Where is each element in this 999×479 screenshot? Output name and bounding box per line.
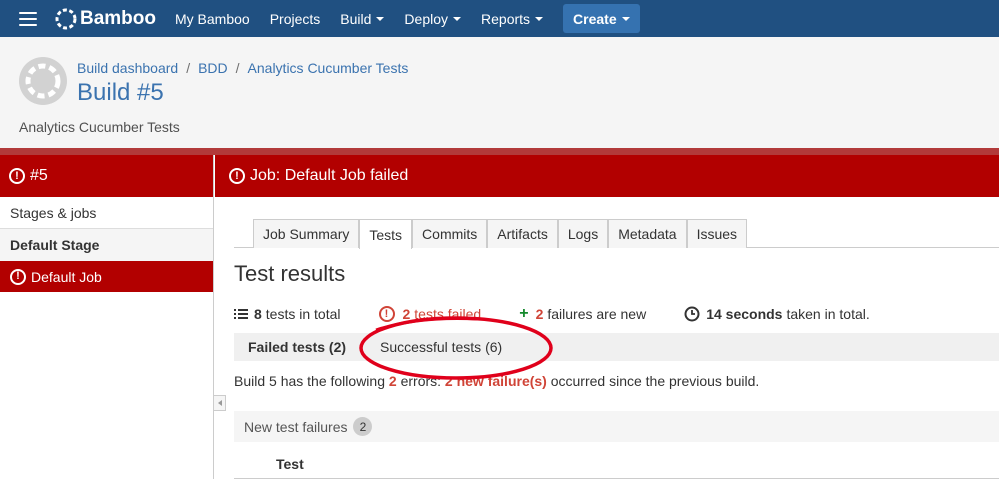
tab-label: Artifacts (497, 226, 548, 242)
errors-word: errors: (400, 373, 442, 389)
nav-projects[interactable]: Projects (270, 11, 321, 27)
nav-my-bamboo-label: My Bamboo (175, 10, 250, 27)
stat-duration-value: 14 seconds (706, 306, 783, 322)
nav-build-label: Build (340, 10, 372, 27)
subtab-label: Successful tests (6) (380, 339, 503, 355)
breadcrumb: Build dashboard / BDD / Analytics Cucumber T… (77, 60, 408, 76)
chevron-down-icon (535, 16, 544, 21)
chevron-left-icon (217, 400, 222, 406)
tab-logs[interactable]: Logs (557, 219, 609, 248)
sidebar-collapse-handle[interactable] (214, 395, 226, 411)
job-status-header: ! Job: Default Job failed (215, 155, 999, 197)
job-tabs: Job Summary Tests Commits Artifacts Logs… (234, 219, 999, 249)
tab-label: Job Summary (263, 226, 350, 242)
stat-total-count: 8 (254, 306, 262, 322)
subtab-label: Failed tests (2) (248, 339, 347, 355)
tab-job-summary[interactable]: Job Summary (253, 219, 360, 248)
sidebar-job-label: Default Job (31, 268, 102, 285)
new-failures-link[interactable]: 2 new failure(s) (445, 373, 547, 389)
tab-metadata[interactable]: Metadata (608, 219, 687, 248)
sidebar-stage-label: Default Stage (10, 237, 100, 253)
breadcrumb-plan[interactable]: Analytics Cucumber Tests (248, 60, 409, 76)
nav-deploy[interactable]: Deploy (404, 10, 462, 27)
stat-failed-count: 2 (402, 306, 411, 322)
failed-status-icon: ! (9, 168, 25, 184)
errors-summary: Build 5 has the following 2 errors: 2 ne… (234, 373, 759, 389)
job-status-text: Job: Default Job failed (250, 167, 409, 184)
create-button[interactable]: Create (563, 4, 640, 33)
stat-failed: ! 2 tests failed (378, 306, 482, 322)
chevron-down-icon (376, 16, 385, 21)
page-header: Build dashboard / BDD / Analytics Cucumber T… (0, 37, 999, 148)
stat-failed-text: tests failed (414, 306, 482, 322)
hamburger-menu-icon[interactable] (19, 11, 37, 26)
table-header-test: Test (234, 449, 999, 479)
stat-new-count: 2 (535, 306, 544, 322)
errors-prefix: Build 5 has the following (234, 373, 385, 389)
create-button-label: Create (573, 10, 617, 27)
nav-build[interactable]: Build (340, 10, 385, 27)
nav-menu: My Bamboo Projects Build Deploy Reports … (175, 4, 640, 33)
sidebar-item-default-job[interactable]: ! Default Job (0, 261, 213, 292)
new-failures-title: New test failures (244, 418, 348, 435)
stat-new-text: failures are new (547, 306, 647, 322)
tab-issues[interactable]: Issues (686, 219, 748, 248)
nav-reports[interactable]: Reports (481, 10, 544, 27)
tab-label: Issues (696, 226, 738, 242)
sidebar-stage-default: Default Stage (0, 229, 213, 261)
nav-reports-label: Reports (481, 10, 531, 27)
tab-label: Metadata (618, 226, 677, 242)
bamboo-logo[interactable]: Bamboo (55, 8, 156, 30)
bamboo-logo-icon (55, 8, 77, 29)
test-stats: 8 tests in total ! 2 tests failed + 2 failu… (234, 305, 908, 323)
nav-deploy-label: Deploy (404, 10, 449, 27)
tab-label: Logs (567, 226, 599, 242)
build-number: #5 (30, 167, 48, 184)
stat-duration: 14 seconds taken in total. (684, 306, 870, 322)
column-test-label: Test (276, 455, 304, 472)
chevron-down-icon (453, 16, 462, 21)
failed-status-icon: ! (378, 306, 395, 322)
new-failures-header: New test failures 2 (234, 411, 999, 442)
status-divider (0, 148, 999, 155)
breadcrumb-separator: / (186, 60, 191, 76)
breadcrumb-separator: / (235, 60, 240, 76)
stat-total-text: tests in total (265, 306, 341, 322)
breadcrumb-project[interactable]: BDD (198, 60, 228, 76)
sidebar-build-header[interactable]: ! #5 (0, 155, 213, 197)
bamboo-plan-icon (20, 58, 66, 104)
list-icon (234, 309, 248, 319)
sidebar: ! #5 Stages & jobs Default Stage ! Defau… (0, 155, 214, 479)
tab-artifacts[interactable]: Artifacts (487, 219, 558, 248)
breadcrumb-build-dashboard[interactable]: Build dashboard (77, 60, 178, 76)
errors-suffix: occurred since the previous build. (550, 373, 760, 389)
tab-label: Tests (369, 226, 403, 243)
stat-duration-text: taken in total. (786, 306, 870, 322)
clock-icon (684, 306, 700, 322)
page-title[interactable]: Build #5 (77, 79, 164, 107)
count-badge: 2 (353, 417, 373, 436)
stat-new: + 2 failures are new (519, 305, 646, 323)
tab-commits[interactable]: Commits (412, 219, 488, 248)
test-results-title: Test results (234, 261, 346, 286)
top-navigation-bar: Bamboo My Bamboo Projects Build Deploy R… (0, 0, 999, 37)
nav-projects-label: Projects (269, 10, 321, 27)
tab-tests[interactable]: Tests (359, 219, 413, 249)
stat-total: 8 tests in total (234, 306, 341, 322)
sidebar-item-label: Stages & jobs (10, 204, 97, 221)
brand-name: Bamboo (80, 7, 156, 29)
plan-avatar (19, 57, 67, 105)
tab-label: Commits (422, 226, 478, 242)
failed-status-icon: ! (229, 168, 245, 184)
errors-count: 2 (388, 373, 397, 389)
subtab-successful-tests[interactable]: Successful tests (6) (366, 333, 516, 361)
failed-status-icon: ! (10, 268, 26, 285)
plus-icon: + (519, 305, 529, 322)
sidebar-item-stages-jobs[interactable]: Stages & jobs (0, 197, 213, 229)
nav-my-bamboo[interactable]: My Bamboo (175, 11, 250, 27)
chevron-down-icon (621, 16, 630, 21)
test-subtabs: Failed tests (2) Successful tests (6) (234, 333, 999, 361)
page-subtitle: Analytics Cucumber Tests (19, 119, 180, 135)
subtab-failed-tests[interactable]: Failed tests (2) (234, 333, 360, 361)
